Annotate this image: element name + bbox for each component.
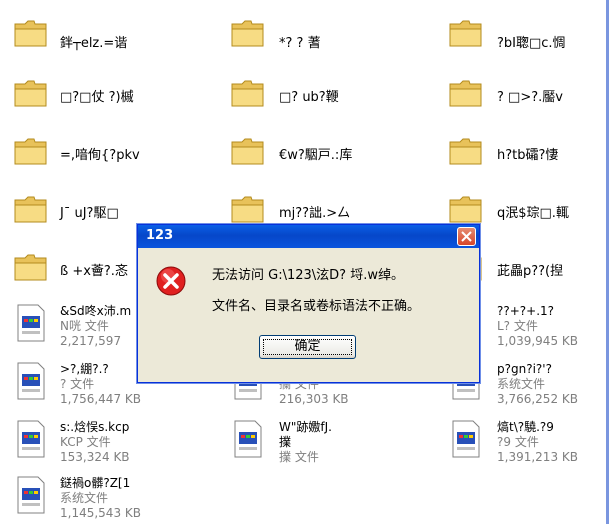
file-name: W"跡嫐fJ.: [279, 420, 332, 434]
file-size: 1,391,213 KB: [497, 450, 578, 464]
file-icon: [452, 420, 480, 458]
folder-name: q泯$琮□.輒: [497, 206, 569, 221]
file-name: &Sd咚x沛.m: [60, 304, 132, 318]
file-size: 3,766,252 KB: [497, 392, 578, 406]
folder-name: €w?駰戸.:库: [279, 148, 353, 163]
error-dialog: 123 无法访问 G:\123\泫D? 埒.w绰。 文件名、目录名或卷标语法不正…: [137, 224, 480, 383]
file-type: L? 文件: [497, 319, 538, 333]
file-type: 系统文件: [497, 377, 546, 391]
folder-name: *? ? 蓍: [279, 36, 321, 51]
folder-icon: [449, 80, 482, 107]
folder-name: 茈畾p??(揑: [497, 264, 564, 279]
folder-icon: [449, 138, 482, 165]
file-type: 擈: [279, 435, 292, 449]
file-name: >?,綳?.?: [60, 362, 109, 376]
error-icon: [156, 266, 186, 296]
folder-name: □?□仗 ?)槭: [60, 90, 134, 105]
file-icon: [17, 476, 45, 514]
folder-name: =,喑侚{?pkv: [60, 148, 140, 163]
file-icon: [17, 304, 45, 342]
error-message-line-1: 无法访问 G:\123\泫D? 埒.w绰。: [212, 268, 404, 283]
file-icon: [17, 420, 45, 458]
folder-name: J¯ uJ?駆□: [60, 206, 119, 221]
file-type: 系统文件: [60, 491, 109, 505]
folder-icon: [231, 196, 264, 223]
file-name: s:.焓悮s.kcp: [60, 420, 130, 434]
file-size: 1,145,543 KB: [60, 506, 141, 520]
ok-button[interactable]: 确定: [259, 335, 356, 359]
folder-name: ß +x薈?.忞: [60, 264, 128, 279]
folder-icon: [14, 80, 47, 107]
file-name: 熇t\?驍.?9: [497, 420, 554, 434]
folder-icon: [14, 20, 47, 47]
folder-icon: [449, 196, 482, 223]
folder-icon: [14, 254, 47, 281]
folder-icon: [14, 196, 47, 223]
file-size: 1,756,447 KB: [60, 392, 141, 406]
close-icon: [461, 231, 472, 242]
file-size: 2,217,597: [60, 334, 122, 348]
folder-icon: [231, 20, 264, 47]
folder-name: h?tb礵?悽: [497, 148, 559, 163]
file-name: 鎹禍o髒?Z[1: [60, 476, 131, 490]
file-size: 擈 文件: [279, 450, 319, 464]
file-name: ??+?+.1?: [497, 304, 555, 318]
dialog-title-bar[interactable]: 123: [138, 225, 479, 248]
folder-icon: [231, 138, 264, 165]
file-size: 153,324 KB: [60, 450, 130, 464]
file-type: ? 文件: [60, 377, 95, 391]
folder-icon: [14, 138, 47, 165]
folder-name: ? □>?.靨v: [497, 90, 563, 105]
file-name: p?gn?i?'?: [497, 362, 552, 376]
file-type: ?9 文件: [497, 435, 539, 449]
folder-name: mj??詘.>厶: [279, 206, 351, 221]
focus-rect: [263, 339, 352, 355]
file-icon: [17, 362, 45, 400]
dialog-title: 123: [146, 228, 174, 243]
error-message-line-2: 文件名、目录名或卷标语法不正确。: [212, 299, 421, 314]
file-icon: [234, 420, 262, 458]
file-size: 1,039,945 KB: [497, 334, 578, 348]
folder-name: 鉡┬elz.=谐: [60, 36, 128, 51]
folder-name: □? ub?鞭: [279, 90, 339, 105]
close-button[interactable]: [457, 227, 476, 246]
folder-icon: [449, 20, 482, 47]
folder-name: ?bI聦□c.惆: [497, 36, 566, 51]
file-size: 216,303 KB: [279, 392, 349, 406]
folder-icon: [231, 80, 264, 107]
file-type: KCP 文件: [60, 435, 111, 449]
file-type: N咣 文件: [60, 319, 109, 333]
